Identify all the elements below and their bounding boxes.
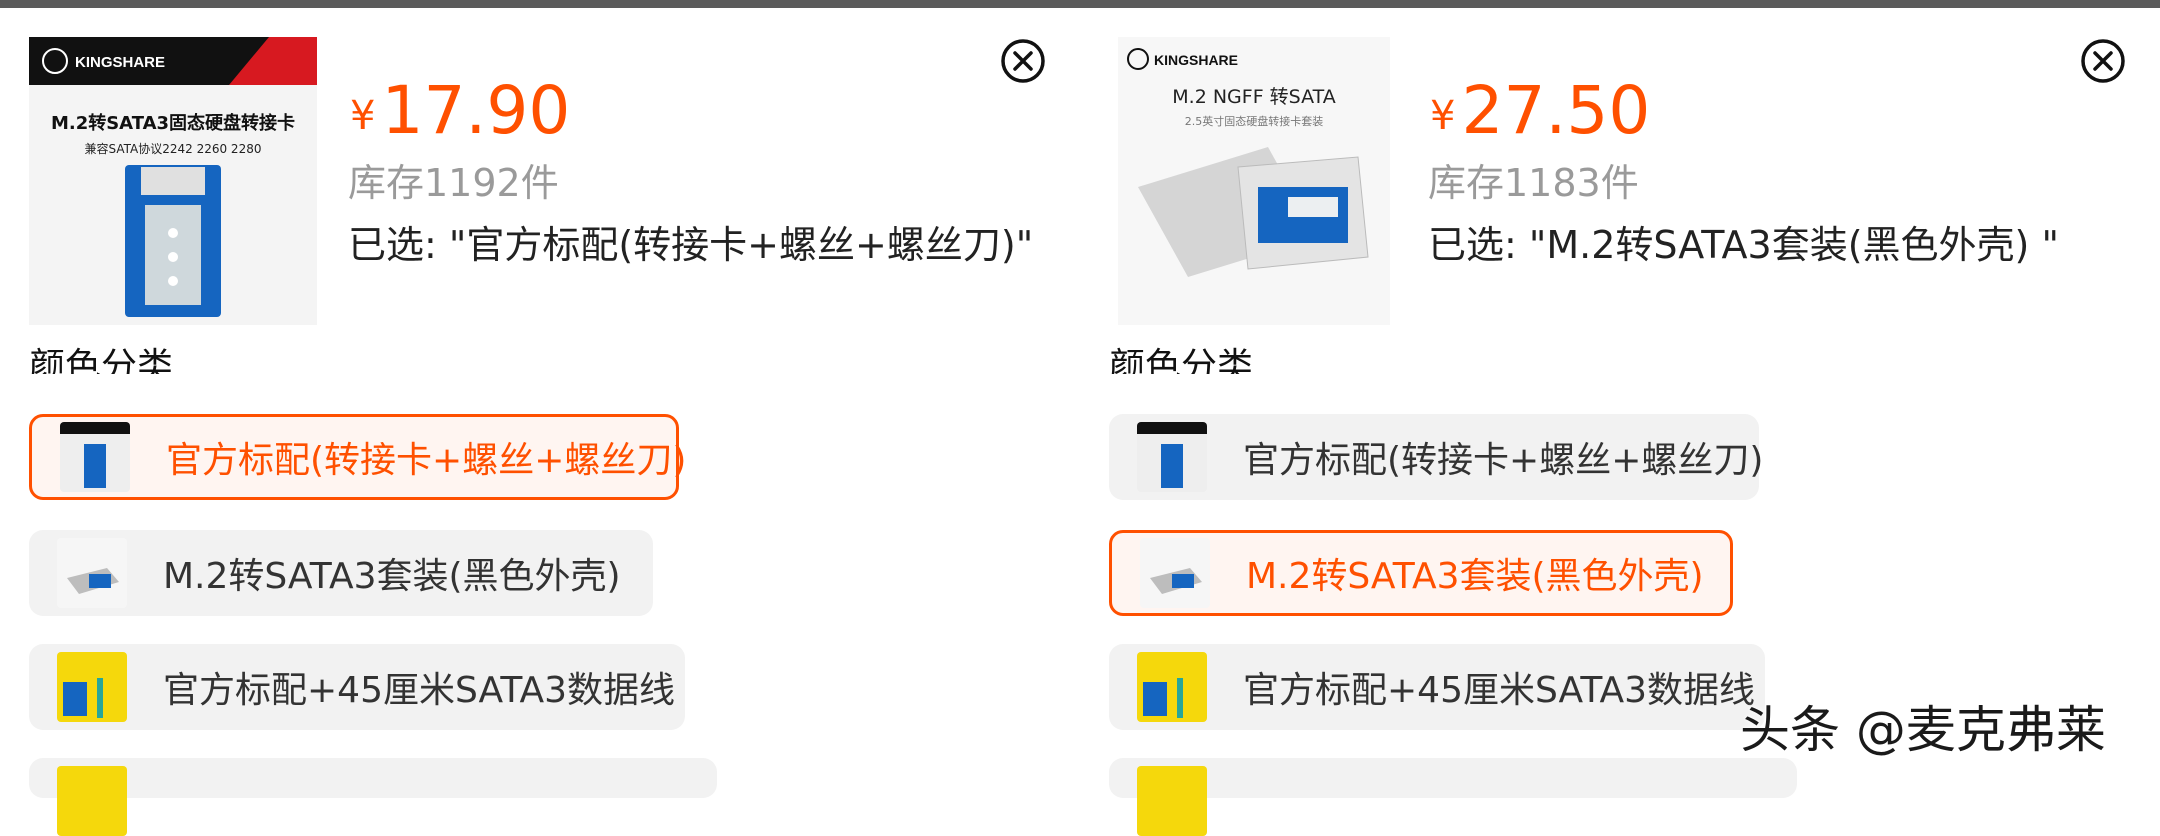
stock-count: 库存1183件 <box>1428 161 1639 205</box>
option-thumbnail <box>57 766 127 836</box>
selected-sku-text: 已选: "M.2转SATA3套装(黑色外壳) " <box>1428 223 2059 267</box>
sku-option-4-partial[interactable] <box>1109 758 1797 836</box>
close-icon[interactable] <box>1000 38 1046 84</box>
option-label: M.2转SATA3套装(黑色外壳) <box>1246 556 1704 597</box>
option-thumbnail <box>1137 422 1207 492</box>
close-icon[interactable] <box>2080 38 2126 84</box>
price-value: 17.90 <box>381 72 571 149</box>
price: ¥27.50 <box>1430 72 1650 149</box>
stock-count: 库存1192件 <box>348 161 559 205</box>
svg-text:KINGSHARE: KINGSHARE <box>1154 52 1238 68</box>
svg-text:M.2转SATA3固态硬盘转接卡: M.2转SATA3固态硬盘转接卡 <box>51 112 295 134</box>
svg-text:KINGSHARE: KINGSHARE <box>75 54 165 71</box>
option-thumbnail <box>60 422 130 492</box>
option-thumbnail <box>1140 538 1210 608</box>
currency-symbol: ¥ <box>1430 93 1456 139</box>
selected-sku-text: 已选: "官方标配(转接卡+螺丝+螺丝刀)" <box>348 223 1034 267</box>
section-label-color: 颜色分类 <box>1109 346 1254 374</box>
svg-text:2.5英寸固态硬盘转接卡套装: 2.5英寸固态硬盘转接卡套装 <box>1185 114 1324 128</box>
product-image: KINGSHARE M.2 NGFF 转SATA 2.5英寸固态硬盘转接卡套装 <box>1118 37 1390 325</box>
sku-option-3[interactable]: 官方标配+45厘米SATA3数据线 <box>29 644 685 730</box>
sku-option-1[interactable]: 官方标配(转接卡+螺丝+螺丝刀) <box>29 414 686 500</box>
svg-text:兼容SATA协议2242 2260 2280: 兼容SATA协议2242 2260 2280 <box>85 141 262 156</box>
price: ¥17.90 <box>350 72 570 149</box>
sku-option-1[interactable]: 官方标配(转接卡+螺丝+螺丝刀) <box>1109 414 1763 500</box>
sku-option-4-partial[interactable] <box>29 758 717 836</box>
option-thumbnail <box>57 652 127 722</box>
sku-option-3[interactable]: 官方标配+45厘米SATA3数据线 <box>1109 644 1765 730</box>
option-label: 官方标配+45厘米SATA3数据线 <box>1243 670 1756 711</box>
sku-panel-left: KINGSHARE M.2转SATA3固态硬盘转接卡 兼容SATA协议2242 … <box>0 0 1080 836</box>
price-value: 27.50 <box>1461 72 1651 149</box>
option-label: 官方标配+45厘米SATA3数据线 <box>163 670 676 711</box>
option-thumbnail <box>57 538 127 608</box>
svg-text:M.2 NGFF 转SATA: M.2 NGFF 转SATA <box>1172 86 1335 108</box>
option-label: 官方标配(转接卡+螺丝+螺丝刀) <box>1243 440 1764 481</box>
section-label-color: 颜色分类 <box>29 346 174 374</box>
sku-option-2[interactable]: M.2转SATA3套装(黑色外壳) <box>29 530 653 616</box>
option-thumbnail <box>1137 766 1207 836</box>
watermark: 头条 @麦克弗莱 <box>1740 701 2106 759</box>
option-label: 官方标配(转接卡+螺丝+螺丝刀) <box>166 440 687 481</box>
option-label: M.2转SATA3套装(黑色外壳) <box>163 556 621 597</box>
sku-option-2[interactable]: M.2转SATA3套装(黑色外壳) <box>1109 530 1733 616</box>
product-image: KINGSHARE M.2转SATA3固态硬盘转接卡 兼容SATA协议2242 … <box>29 37 317 325</box>
option-thumbnail <box>1137 652 1207 722</box>
sku-panel-right: KINGSHARE M.2 NGFF 转SATA 2.5英寸固态硬盘转接卡套装 … <box>1080 0 2160 836</box>
currency-symbol: ¥ <box>350 93 376 139</box>
